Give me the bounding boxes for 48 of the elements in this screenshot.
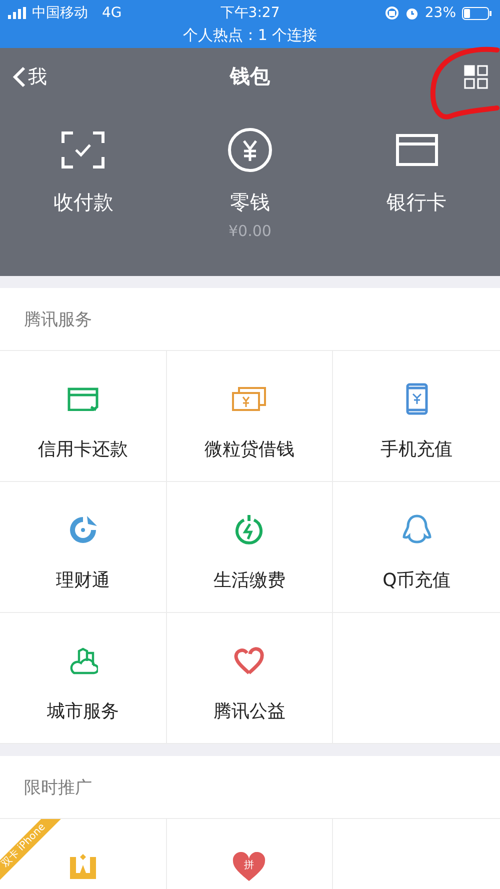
section-title: 限时推广 <box>24 776 92 798</box>
service-tile[interactable]: 城市服务 <box>0 613 167 744</box>
wallet-action-label[interactable]: 零钱 <box>230 189 270 216</box>
lightning-icon <box>234 514 264 546</box>
yuan-coin-icon <box>226 127 273 173</box>
heart-icon <box>234 647 264 675</box>
service-label: 手机充值 <box>380 438 453 461</box>
scan-icon <box>61 131 106 169</box>
carrier-name: 中国移动 <box>32 4 88 22</box>
service-tile[interactable]: 理财通 <box>0 482 167 613</box>
back-chevron-icon <box>12 66 26 88</box>
penguin-icon <box>402 514 432 546</box>
alarm-icon <box>404 6 419 20</box>
bank-card-icon <box>396 134 438 166</box>
balance-amount: ¥0.00 <box>228 222 272 240</box>
banknotes-icon <box>232 387 266 411</box>
cloud-building-icon <box>68 647 98 675</box>
service-label: 信用卡还款 <box>38 438 128 461</box>
crown-icon <box>68 853 98 881</box>
service-tile[interactable]: 信用卡还款 <box>0 351 167 482</box>
service-tile[interactable]: 微粒贷借钱 <box>166 351 334 482</box>
service-label: 城市服务 <box>46 700 119 723</box>
phone-icon <box>406 383 428 415</box>
card-icon <box>66 387 99 411</box>
page-title: 钱包 <box>230 63 270 90</box>
service-label: 理财通 <box>56 569 110 592</box>
service-tile[interactable]: Q币充值 <box>333 482 500 613</box>
signal-icon <box>8 7 26 19</box>
back-button[interactable]: 我 <box>12 64 47 90</box>
service-label: Q币充值 <box>382 569 451 592</box>
service-label: 微粒贷借钱 <box>204 438 294 461</box>
wallet-action-label[interactable]: 银行卡 <box>386 189 447 216</box>
section-title: 腾讯服务 <box>24 308 92 330</box>
heart-icon: 拼 <box>232 852 266 882</box>
wallet-action-label[interactable]: 收付款 <box>53 189 114 216</box>
service-tile[interactable]: 拼 <box>166 819 334 889</box>
battery-icon <box>462 6 492 20</box>
status-time: 下午3:27 <box>220 4 280 22</box>
grid-menu-icon[interactable] <box>464 64 488 88</box>
service-tile[interactable]: 手机充值 <box>333 351 500 482</box>
network-type: 4G <box>102 5 122 21</box>
rotation-lock-icon <box>384 6 399 20</box>
service-tile[interactable]: 生活缴费 <box>166 482 334 613</box>
service-tile[interactable]: 腾讯公益 <box>166 613 334 744</box>
battery-percent: 23% <box>424 5 456 21</box>
service-label: 腾讯公益 <box>213 700 286 723</box>
service-label: 生活缴费 <box>213 569 286 592</box>
hotspot-banner[interactable]: 个人热点：1 个连接 <box>0 26 500 45</box>
